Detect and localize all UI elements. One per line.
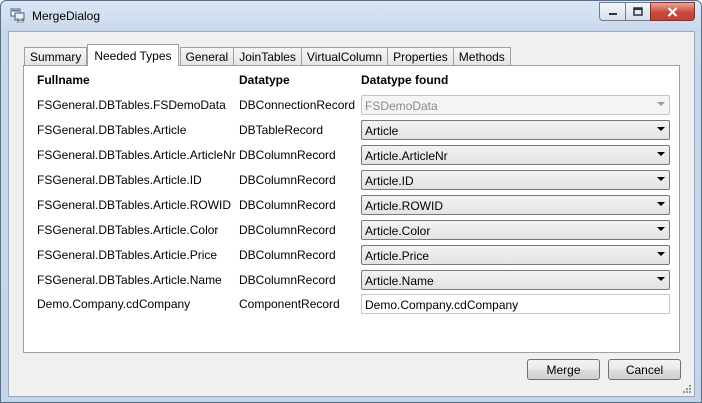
row-fullname: FSGeneral.DBTables.Article.ID <box>37 173 202 187</box>
maximize-button[interactable] <box>625 2 650 21</box>
title-bar[interactable]: 3.3 MergeDialog <box>1 1 701 31</box>
row-datatype: DBColumnRecord <box>239 248 336 262</box>
row-fullname: FSGeneral.DBTables.Article.ArticleNr <box>37 148 236 162</box>
datatype-found-dropdown[interactable]: Article.ID <box>361 170 670 190</box>
row-datatype: ComponentRecord <box>239 297 340 311</box>
dropdown-value: Article.ArticleNr <box>365 149 448 163</box>
dropdown-value: Article <box>365 124 399 138</box>
row-fullname: FSGeneral.DBTables.Article.Name <box>37 273 222 287</box>
dialog-client-area: Summary Needed Types General JoinTables … <box>8 31 695 397</box>
dropdown-value: Article.ROWID <box>365 199 443 213</box>
dropdown-value: Article.ID <box>365 174 414 188</box>
header-datatype-found: Datatype found <box>361 73 449 87</box>
chevron-down-icon <box>657 177 665 181</box>
close-button[interactable] <box>650 2 695 21</box>
svg-text:3.3: 3.3 <box>16 19 24 24</box>
row-fullname: FSGeneral.DBTables.FSDemoData <box>37 98 226 112</box>
merge-dialog-window: 3.3 MergeDialog Summary Needed Types Gen… <box>0 0 702 403</box>
row-fullname: FSGeneral.DBTables.Article.Color <box>37 223 219 237</box>
row-datatype: DBColumnRecord <box>239 173 336 187</box>
cancel-button[interactable]: Cancel <box>608 359 681 380</box>
datatype-found-dropdown[interactable]: Article.ROWID <box>361 195 670 215</box>
minimize-button[interactable] <box>599 2 625 21</box>
needed-types-panel: Fullname Datatype Datatype found FSGener… <box>23 65 680 353</box>
window-controls <box>599 2 695 21</box>
tab-methods[interactable]: Methods <box>452 47 511 66</box>
merge-button[interactable]: Merge <box>527 359 600 380</box>
chevron-down-icon <box>657 227 665 231</box>
header-fullname: Fullname <box>37 73 90 87</box>
chevron-down-icon <box>657 277 665 281</box>
close-icon <box>667 6 678 17</box>
tab-strip: Summary Needed Types General JoinTables … <box>24 44 511 66</box>
row-datatype: DBTableRecord <box>239 123 324 137</box>
row-datatype: DBColumnRecord <box>239 198 336 212</box>
input-value: Demo.Company.cdCompany <box>365 298 519 312</box>
header-datatype: Datatype <box>239 73 290 87</box>
row-fullname: FSGeneral.DBTables.Article.ROWID <box>37 198 232 212</box>
dropdown-value: Article.Name <box>365 274 434 288</box>
dropdown-value: Article.Color <box>365 224 431 238</box>
dropdown-value: FSDemoData <box>365 99 438 113</box>
row-fullname: Demo.Company.cdCompany <box>37 297 191 311</box>
tab-virtualcolumn[interactable]: VirtualColumn <box>300 47 389 66</box>
datatype-found-dropdown[interactable]: FSDemoData <box>361 95 670 115</box>
tab-properties[interactable]: Properties <box>387 47 454 66</box>
app-icon: 3.3 <box>10 8 25 24</box>
datatype-found-dropdown[interactable]: Article.Color <box>361 220 670 240</box>
tab-summary[interactable]: Summary <box>24 47 88 66</box>
chevron-down-icon <box>657 127 665 131</box>
tab-general[interactable]: General <box>179 47 235 66</box>
dropdown-value: Article.Price <box>365 249 430 263</box>
chevron-down-icon <box>657 202 665 206</box>
maximize-icon <box>633 6 643 16</box>
datatype-found-dropdown[interactable]: Article.Price <box>361 245 670 265</box>
minimize-icon <box>608 12 617 15</box>
row-datatype: DBColumnRecord <box>239 223 336 237</box>
datatype-found-input[interactable]: Demo.Company.cdCompany <box>361 294 670 314</box>
tab-needed-types[interactable]: Needed Types <box>87 44 179 66</box>
chevron-down-icon <box>657 152 665 156</box>
window-title: MergeDialog <box>32 9 101 23</box>
row-datatype: DBColumnRecord <box>239 273 336 287</box>
row-datatype: DBColumnRecord <box>239 148 336 162</box>
tab-jointables[interactable]: JoinTables <box>233 47 302 66</box>
resize-grip-icon[interactable] <box>682 384 692 394</box>
row-fullname: FSGeneral.DBTables.Article.Price <box>37 248 218 262</box>
chevron-down-icon <box>657 102 665 106</box>
row-datatype: DBConnectionRecord <box>239 98 356 112</box>
datatype-found-dropdown[interactable]: Article.ArticleNr <box>361 145 670 165</box>
datatype-found-dropdown[interactable]: Article <box>361 120 670 140</box>
chevron-down-icon <box>657 252 665 256</box>
datatype-found-dropdown[interactable]: Article.Name <box>361 270 670 290</box>
row-fullname: FSGeneral.DBTables.Article <box>37 123 187 137</box>
